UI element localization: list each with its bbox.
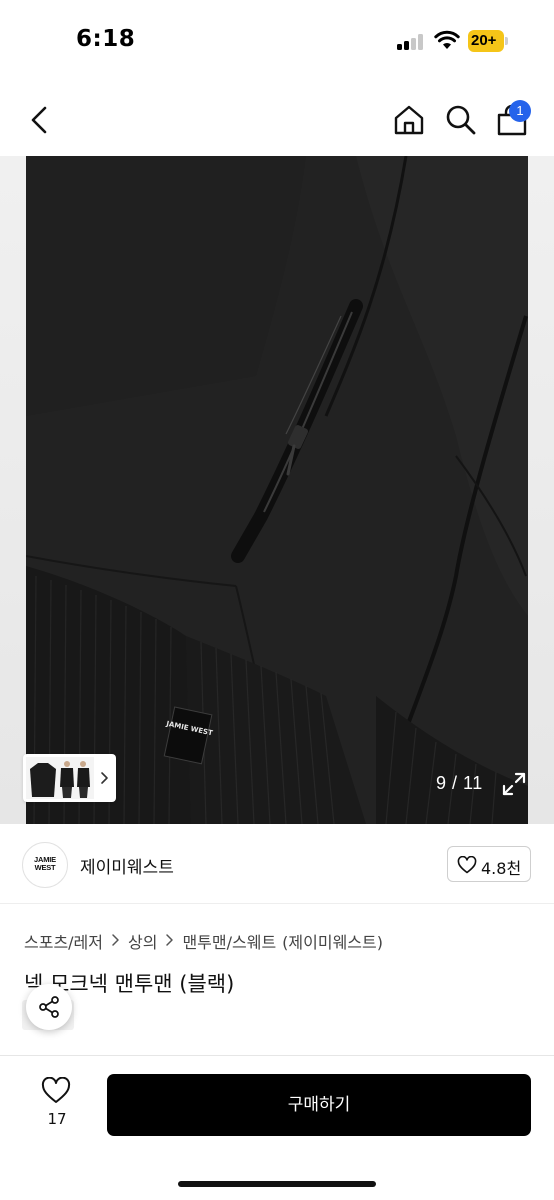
bottom-action-bar: 17 구매하기 xyxy=(0,1055,554,1200)
status-time: 6:18 xyxy=(76,26,136,52)
wishlist-button[interactable]: 17 xyxy=(34,1074,80,1134)
breadcrumb-brand[interactable]: (제이미웨스트) xyxy=(282,929,383,953)
share-icon xyxy=(39,996,59,1018)
heart-icon xyxy=(457,856,477,874)
breadcrumb: 스포츠/레저 상의 맨투맨/스웨트 (제이미웨스트) xyxy=(24,929,383,953)
cart-count-badge: 1 xyxy=(509,100,531,122)
brand-logo[interactable]: JAMIE WEST xyxy=(22,842,68,888)
brand-name[interactable]: 제이미웨스트 xyxy=(80,853,174,878)
brand-like-button[interactable]: 4.8천 xyxy=(447,846,531,882)
brand-like-count: 4.8천 xyxy=(481,859,522,878)
wishlist-count: 17 xyxy=(47,1110,67,1128)
wifi-icon xyxy=(434,30,460,49)
product-title: 넥 모크넥 맨투맨 (블랙) xyxy=(24,968,544,1000)
search-icon[interactable] xyxy=(443,102,479,138)
back-icon[interactable] xyxy=(24,102,56,138)
home-icon[interactable] xyxy=(391,102,427,138)
chevron-right-icon[interactable] xyxy=(99,766,111,790)
thumbnail-strip[interactable] xyxy=(23,754,116,802)
battery-icon: 20+ xyxy=(468,30,508,52)
home-indicator xyxy=(178,1181,376,1187)
breadcrumb-item[interactable]: 상의 xyxy=(128,929,157,953)
expand-icon[interactable] xyxy=(500,770,528,798)
chevron-right-icon xyxy=(111,932,120,951)
status-bar: 6:18 20+ xyxy=(0,0,554,84)
breadcrumb-item[interactable]: 맨투맨/스웨트 xyxy=(182,929,276,953)
brand-logo-text: JAMIE WEST xyxy=(34,855,56,872)
heart-icon xyxy=(41,1077,71,1103)
brand-row: JAMIE WEST 제이미웨스트 4.8천 xyxy=(0,826,554,904)
signal-icon xyxy=(397,34,425,50)
product-image[interactable]: JAMIE WEST xyxy=(26,156,528,824)
buy-button[interactable]: 구매하기 xyxy=(107,1074,531,1136)
battery-level: 20+ xyxy=(471,32,497,49)
product-gallery[interactable]: JAMIE WEST 9 / 11 xyxy=(0,156,554,824)
top-navigation xyxy=(0,84,554,156)
share-button[interactable] xyxy=(26,984,72,1030)
chevron-right-icon xyxy=(165,932,174,951)
thumbnail-image[interactable] xyxy=(26,757,94,799)
image-page-counter: 9 / 11 xyxy=(436,773,483,793)
breadcrumb-item[interactable]: 스포츠/레저 xyxy=(24,929,103,953)
